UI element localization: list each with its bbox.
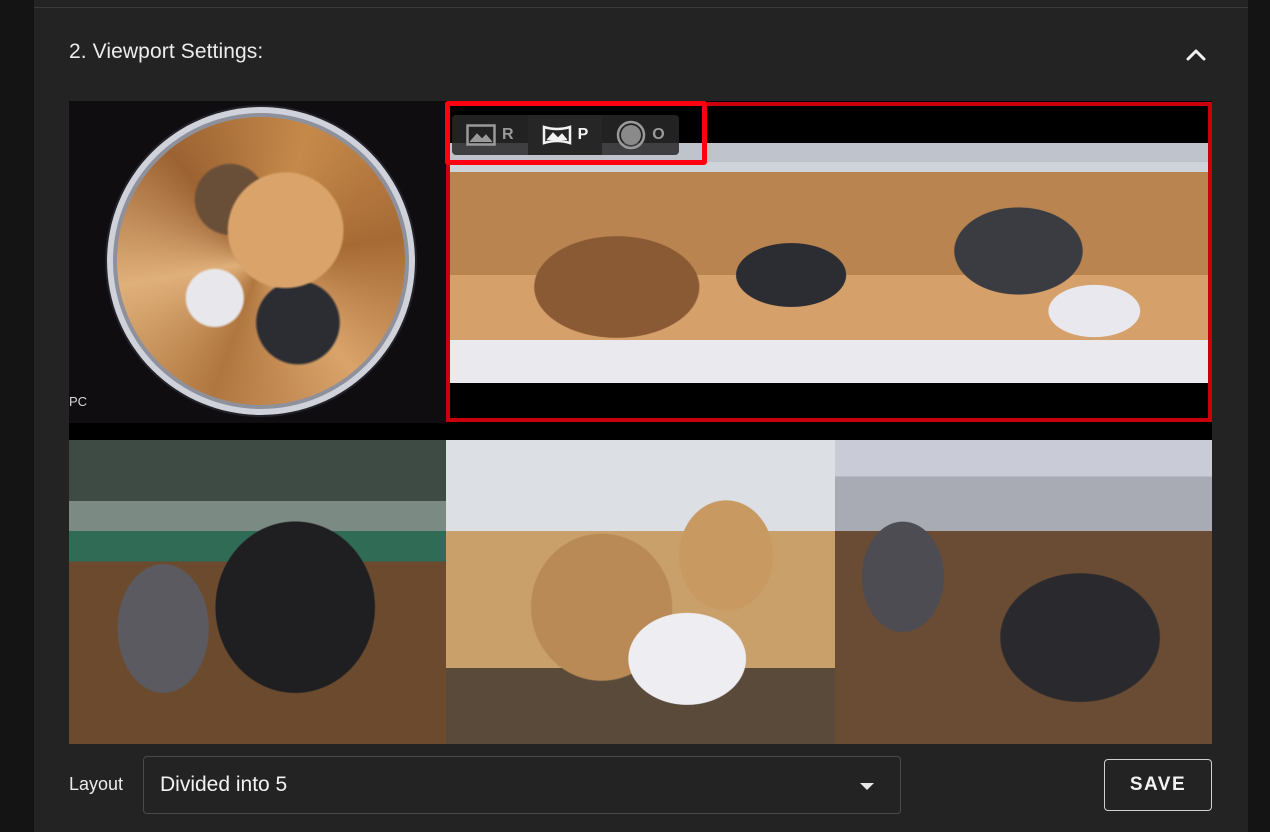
panorama-image — [450, 143, 1208, 383]
chevron-up-icon — [1186, 49, 1206, 61]
fisheye-view[interactable]: PC — [69, 101, 446, 423]
layout-select-value: Divided into 5 — [160, 773, 288, 796]
section-title: 2. Viewport Settings: — [69, 40, 264, 63]
caret-down-icon — [860, 783, 874, 790]
viewport-grid: PC — [69, 101, 1212, 744]
region-view-3[interactable] — [835, 440, 1212, 744]
layout-label: Layout — [69, 774, 124, 794]
fisheye-image — [107, 107, 415, 415]
camera-corner-label: PC — [69, 394, 88, 409]
region-view-1[interactable] — [69, 440, 446, 744]
section-divider — [34, 7, 1248, 8]
save-button[interactable]: SAVE — [1104, 759, 1212, 811]
mode-highlight-box — [445, 101, 707, 165]
collapse-button[interactable] — [1180, 38, 1212, 70]
region-view-2[interactable] — [446, 440, 835, 744]
layout-select[interactable]: Divided into 5 — [143, 756, 901, 814]
